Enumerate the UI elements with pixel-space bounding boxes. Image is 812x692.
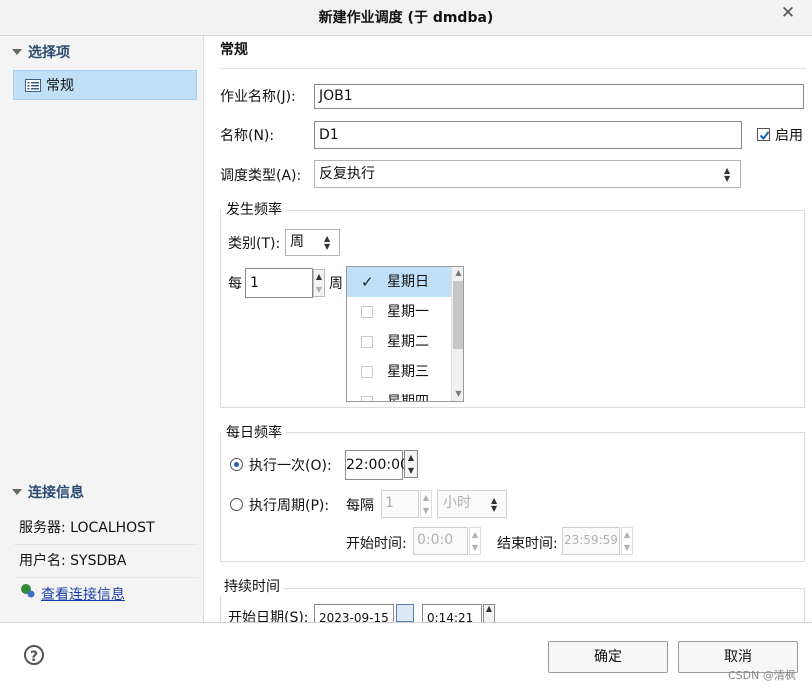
start-time-input-duration[interactable]: 0:14:21 (422, 604, 482, 622)
collapse-triangle-icon (12, 489, 22, 495)
run-periodic-label: 执行周期(P): (249, 498, 330, 514)
list-icon (25, 79, 41, 92)
weekday-label: 星期三 (387, 364, 429, 380)
ok-button[interactable]: 确定 (548, 641, 668, 673)
category-select[interactable]: 周 ▲ ▼ (285, 229, 340, 256)
weekday-item[interactable]: ✓ 星期日 (347, 267, 451, 297)
run-once-time-spinner[interactable]: ▲ ▼ (404, 450, 418, 478)
nav-item-label: 常规 (46, 78, 74, 94)
calendar-icon[interactable] (396, 604, 414, 622)
schedule-type-label: 调度类型(A): (220, 168, 302, 184)
week-unit-label: 周 (329, 276, 343, 292)
start-date-input[interactable]: 2023-09-15 (314, 604, 394, 622)
weekday-checkbox[interactable] (361, 336, 373, 348)
weekday-checkbox[interactable] (361, 366, 373, 378)
user-info: 用户名: SYSDBA (14, 545, 198, 578)
weekday-item[interactable]: 星期一 (347, 297, 451, 327)
help-icon[interactable]: ? (24, 645, 44, 665)
view-connection-link[interactable]: 查看连接信息 (41, 585, 125, 605)
end-time-spinner[interactable]: ▲ ▼ (621, 527, 633, 555)
server-info: 服务器: LOCALHOST (14, 512, 198, 545)
weekday-item[interactable]: 星期四 (347, 387, 451, 402)
weekday-label: 星期四 (387, 394, 429, 402)
weekday-item[interactable]: 星期二 (347, 327, 451, 357)
collapse-triangle-icon (12, 49, 22, 55)
weekday-item[interactable]: 星期三 (347, 357, 451, 387)
weekday-checkbox[interactable] (361, 306, 373, 318)
run-periodic-radio[interactable] (230, 498, 243, 511)
watermark: CSDN @清枫 (728, 669, 796, 682)
updown-icon: ▲ ▼ (724, 166, 731, 183)
weekday-label: 星期日 (387, 274, 429, 290)
section-divider (220, 68, 806, 69)
weekday-list[interactable]: ✓ 星期日星期一星期二星期三星期四 ▲ ▼ (346, 266, 464, 402)
weekday-label: 星期二 (387, 334, 429, 350)
interval-input[interactable]: 1 (381, 490, 419, 518)
weekday-label: 星期一 (387, 304, 429, 320)
frequency-group-title: 发生频率 (222, 201, 286, 219)
section-title: 常规 (220, 42, 248, 58)
scroll-up-icon[interactable]: ▲ (452, 269, 463, 277)
interval-label: 每隔 (346, 498, 374, 514)
job-name-input[interactable]: JOB1 (314, 84, 804, 109)
weekday-rows: ✓ 星期日星期一星期二星期三星期四 (347, 267, 451, 402)
interval-unit-select[interactable]: 小时 ▲ ▼ (437, 490, 507, 518)
every-label: 每 (228, 276, 242, 292)
start-time-spinner[interactable]: ▲ ▼ (469, 527, 481, 555)
updown-icon: ▲ ▼ (491, 496, 498, 513)
weekday-checkbox[interactable] (361, 396, 373, 401)
run-once-time-input[interactable]: 22:00:00 (345, 450, 409, 480)
run-once-radio[interactable] (230, 458, 243, 471)
start-time-label: 开始时间: (346, 536, 407, 552)
enable-checkbox[interactable] (757, 128, 770, 141)
duration-group-title: 持续时间 (220, 578, 284, 596)
interval-spinner[interactable]: ▲ ▼ (420, 490, 432, 518)
schedule-type-select[interactable]: 反复执行 ▲ ▼ (314, 160, 741, 188)
start-time-input[interactable]: 0:0:0 (413, 527, 468, 555)
daily-frequency-title: 每日频率 (222, 424, 286, 442)
run-once-label: 执行一次(O): (249, 458, 332, 474)
every-weeks-spinner[interactable]: ▲ ▼ (313, 269, 325, 297)
scroll-thumb[interactable] (453, 281, 463, 349)
job-name-label: 作业名称(J): (220, 89, 296, 105)
check-icon (759, 131, 770, 141)
connection-section-header[interactable]: 连接信息 (12, 480, 202, 506)
weekday-checkbox[interactable]: ✓ (361, 267, 374, 297)
options-section-header[interactable]: 选择项 (12, 40, 202, 66)
connection-icon (21, 584, 35, 598)
start-time-duration-spinner[interactable]: ▲ (483, 604, 495, 622)
scroll-down-icon[interactable]: ▼ (452, 390, 463, 398)
duration-group: 开始日期(S): 2023-09-15 0:14:21 ▲ (220, 588, 805, 622)
category-label: 类别(T): (228, 236, 281, 252)
every-weeks-input[interactable]: 1 (245, 268, 313, 298)
name-label: 名称(N): (220, 128, 275, 144)
end-time-input[interactable]: 23:59:59 (562, 527, 620, 555)
name-input[interactable]: D1 (314, 121, 742, 149)
close-icon[interactable]: ✕ (776, 2, 800, 24)
enable-label: 启用 (775, 128, 803, 144)
list-scrollbar[interactable]: ▲ ▼ (451, 267, 463, 401)
window-title: 新建作业调度 (于 dmdba) (318, 10, 494, 26)
updown-icon: ▲ ▼ (324, 234, 331, 251)
nav-item-general[interactable]: 常规 (13, 70, 197, 100)
start-date-label: 开始日期(S): (228, 610, 309, 622)
end-time-label: 结束时间: (497, 536, 558, 552)
